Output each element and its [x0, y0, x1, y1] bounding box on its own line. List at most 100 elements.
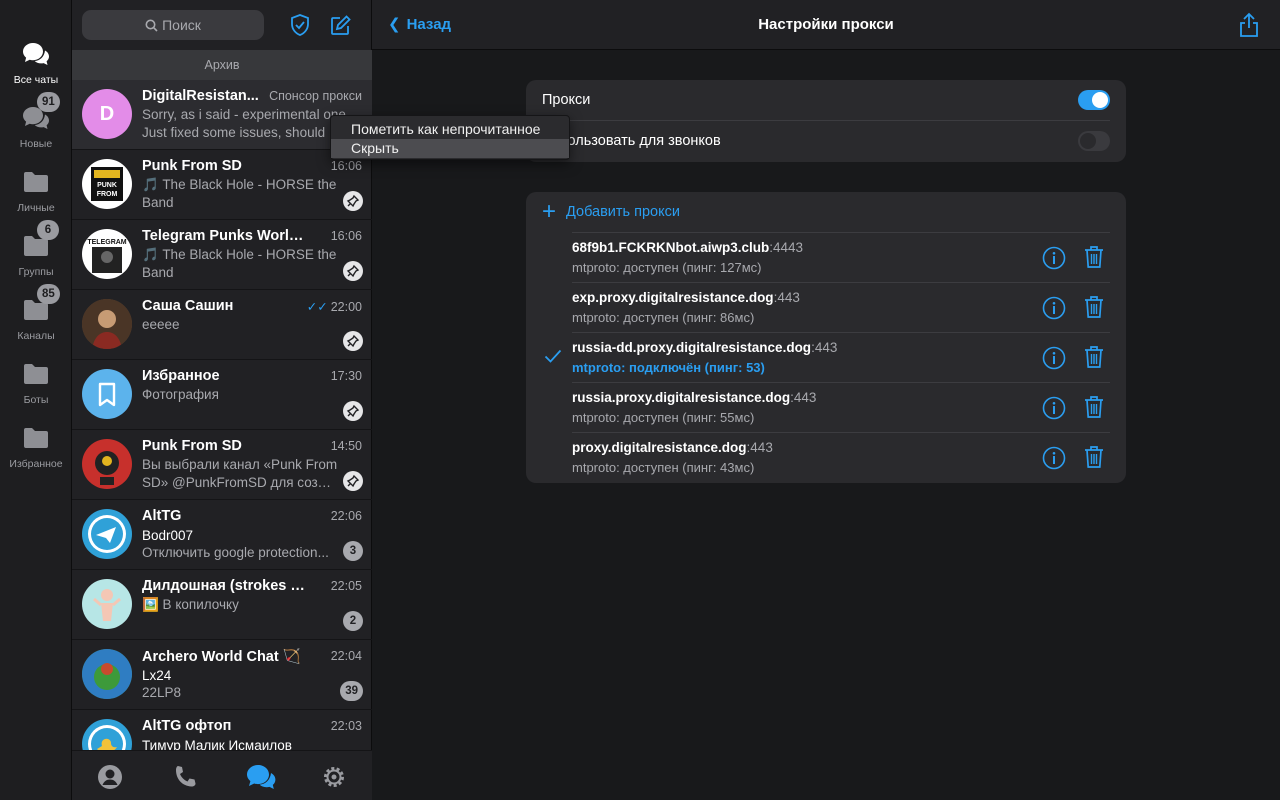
svg-text:PUNK: PUNK	[97, 182, 117, 189]
chat-preview: Sorry, as i said - experimental one	[142, 107, 346, 122]
proxy-item[interactable]: proxy.digitalresistance.dog:443 mtproto:…	[572, 432, 1110, 482]
proxy-toggle[interactable]	[1078, 90, 1110, 110]
search-icon	[145, 19, 158, 32]
search-placeholder: Поиск	[162, 17, 201, 33]
chat-row-sasha[interactable]: Саша Сашин ✓✓ 22:00 eeeee	[72, 290, 372, 360]
chat-preview: 22LP8	[142, 685, 182, 700]
chat-preview: eeeee	[142, 317, 180, 332]
chat-row-punk-from-sd[interactable]: PUNK FROM Punk From SD 16:06 🎵 The Black …	[72, 150, 372, 220]
share-icon[interactable]	[1238, 12, 1260, 38]
chat-time: 17:30	[330, 369, 362, 383]
folder-personal[interactable]: Личные	[0, 148, 72, 214]
trash-icon[interactable]	[1084, 395, 1104, 419]
trash-icon[interactable]	[1084, 295, 1104, 319]
chats-icon	[23, 43, 49, 65]
shield-check-icon[interactable]	[288, 13, 312, 37]
contacts-icon[interactable]	[97, 764, 123, 790]
chat-row-digitalresistance[interactable]: D DigitalResistan... Спонсор прокси Sorr…	[72, 80, 372, 150]
avatar	[82, 649, 132, 699]
chat-time: 22:06	[330, 509, 362, 523]
chat-row-alttg[interactable]: AltTG 22:06 Bodr007 Отключить google pro…	[72, 500, 372, 570]
unread-count-badge: 39	[340, 681, 363, 701]
info-icon[interactable]	[1042, 246, 1066, 270]
settings-gear-icon[interactable]	[321, 764, 347, 790]
proxy-item[interactable]: russia.proxy.digitalresistance.dog:443 m…	[572, 382, 1110, 432]
proxy-item[interactable]: exp.proxy.digitalresistance.dog:443 mtpr…	[572, 282, 1110, 332]
avatar	[82, 579, 132, 629]
trash-icon[interactable]	[1084, 245, 1104, 269]
calls-toggle[interactable]	[1078, 131, 1110, 151]
chat-time: 14:50	[330, 439, 362, 453]
chat-sender: Lx24	[142, 668, 172, 683]
chat-row-saved-messages[interactable]: Избранное 17:30 Фотография	[72, 360, 372, 430]
avatar: PUNK FROM	[82, 159, 132, 209]
photo-avatar-icon	[82, 299, 132, 349]
add-proxy-button[interactable]: + Добавить прокси	[542, 192, 680, 232]
proxy-toggle-label: Прокси	[542, 92, 591, 108]
proxy-host: exp.proxy.digitalresistance.dog:443	[572, 290, 800, 305]
chat-list-toolbar: Поиск	[72, 0, 372, 50]
punks-world-logo-icon: TELEGRAM	[87, 239, 127, 273]
menu-item-hide[interactable]: Скрыть	[331, 139, 569, 158]
chat-row-archero[interactable]: Archero World Chat 🏹 22:04 Lx24 22LP8 39	[72, 640, 372, 710]
chat-row-telegram-punks[interactable]: TELEGRAM Telegram Punks World... 16:06 🎵…	[72, 220, 372, 290]
proxy-toggle-row[interactable]: Прокси	[542, 80, 1110, 120]
chat-time: 16:06	[330, 229, 362, 243]
folder-channels[interactable]: 85 Каналы	[0, 276, 72, 342]
trash-icon[interactable]	[1084, 345, 1104, 369]
avatar	[82, 299, 132, 349]
folder-unread-badge: 85	[37, 284, 60, 304]
archive-header[interactable]: Архив	[72, 50, 372, 80]
chat-name: AltTG	[142, 508, 182, 524]
folder-all-chats[interactable]: Все чаты	[0, 20, 72, 86]
punk-logo-icon: PUNK FROM	[91, 167, 123, 201]
search-input[interactable]: Поиск	[82, 10, 264, 40]
folder-new[interactable]: 91 Новые	[0, 84, 72, 150]
pane-header: ❮ Назад Настройки прокси	[372, 0, 1280, 50]
chat-name: Саша Сашин	[142, 298, 234, 314]
unread-count-badge: 2	[343, 611, 363, 631]
chat-time: 22:05	[330, 579, 362, 593]
folder-groups[interactable]: 6 Группы	[0, 212, 72, 278]
context-menu: Пометить как непрочитанное Скрыть	[330, 115, 570, 160]
chat-list-panel: Поиск Архив D DigitalResistan... Спонсор…	[72, 0, 372, 800]
duck-logo-icon	[88, 725, 126, 750]
trash-icon[interactable]	[1084, 445, 1104, 469]
chat-preview-line2: Band	[142, 265, 174, 280]
drawing-avatar-icon	[93, 589, 121, 621]
chat-rows: D DigitalResistan... Спонсор прокси Sorr…	[72, 80, 372, 750]
avatar	[82, 509, 132, 559]
proxy-item-active[interactable]: russia-dd.proxy.digitalresistance.dog:44…	[544, 332, 1110, 382]
chat-row-punk-from-sd-2[interactable]: Punk From SD 14:50 Вы выбрали канал «Pun…	[72, 430, 372, 500]
chat-name: Archero World Chat 🏹	[142, 649, 301, 665]
chat-name: AltTG офтоп	[142, 718, 232, 734]
calls-toggle-row[interactable]: Использовать для звонков	[542, 120, 1110, 160]
read-checks-icon: ✓✓	[306, 300, 328, 314]
info-icon[interactable]	[1042, 346, 1066, 370]
page-title: Настройки прокси	[758, 16, 894, 33]
folder-icon	[24, 428, 48, 448]
chats-icon[interactable]	[246, 764, 276, 790]
pin-icon	[343, 191, 363, 211]
pin-icon	[343, 261, 363, 281]
phone-icon[interactable]	[172, 764, 198, 790]
info-icon[interactable]	[1042, 396, 1066, 420]
robot-avatar-icon	[95, 451, 119, 485]
chat-sender: Bodr007	[142, 528, 194, 543]
proxy-status: mtproto: доступен (пинг: 86мс)	[572, 310, 755, 325]
menu-item-mark-unread[interactable]: Пометить как непрочитанное	[331, 120, 569, 139]
info-icon[interactable]	[1042, 296, 1066, 320]
avatar	[82, 719, 132, 750]
info-icon[interactable]	[1042, 446, 1066, 470]
chat-preview: 🎵 The Black Hole - HORSE the	[142, 177, 337, 192]
chat-row-dildoshnaya[interactable]: Дилдошная (strokes b... 22:05 🖼️ В копил…	[72, 570, 372, 640]
folder-favorites[interactable]: Избранное	[0, 404, 72, 470]
proxy-item[interactable]: 68f9b1.FCKRKNbot.aiwp3.club:4443 mtproto…	[572, 232, 1110, 282]
compose-icon[interactable]	[329, 13, 353, 37]
chat-row-alttg-offtop[interactable]: AltTG офтоп 22:03 Тимур Малик Исмаилов	[72, 710, 372, 750]
chat-preview-line2: Just fixed some issues, should	[142, 125, 326, 140]
chat-preview: Фотография	[142, 387, 219, 402]
chat-preview: 🎵 The Black Hole - HORSE the	[142, 247, 337, 262]
folder-bots[interactable]: Боты	[0, 340, 72, 406]
telegram-app: Все чаты 91 Новые Личные 6 Группы 85 Кан…	[0, 0, 1280, 800]
